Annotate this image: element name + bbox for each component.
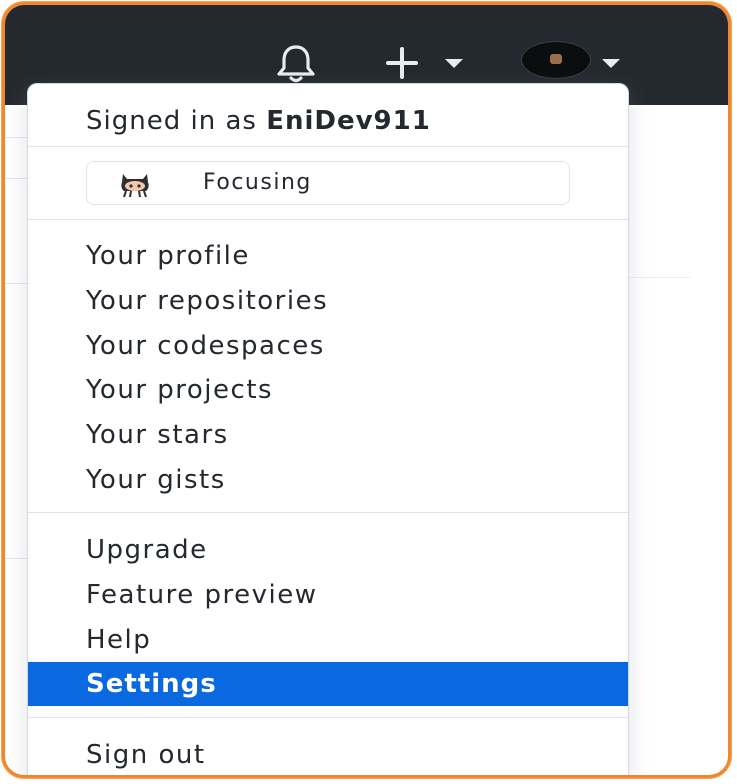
avatar-caret-down-icon[interactable] <box>602 59 620 68</box>
bell-icon[interactable] <box>270 41 322 85</box>
user-dropdown-menu: Signed in as EniDev911 Focusing Your pro… <box>27 83 629 775</box>
page-divider <box>627 277 690 278</box>
status-label: Focusing <box>203 170 312 195</box>
menu-item-upgrade[interactable]: Upgrade <box>28 528 628 572</box>
menu-divider <box>28 219 628 220</box>
signed-in-prefix: Signed in as <box>86 106 257 136</box>
page-divider <box>5 558 29 559</box>
menu-divider <box>28 146 628 147</box>
menu-divider <box>28 717 628 718</box>
page-divider <box>5 137 29 138</box>
signed-in-label: Signed in as EniDev911 <box>86 106 431 136</box>
menu-item-your-profile[interactable]: Your profile <box>28 234 628 278</box>
menu-item-your-projects[interactable]: Your projects <box>28 368 628 412</box>
create-caret-down-icon[interactable] <box>445 59 463 68</box>
screenshot-frame: Signed in as EniDev911 Focusing Your pro… <box>2 2 731 778</box>
set-status-button[interactable]: Focusing <box>86 161 570 205</box>
menu-item-feature-preview[interactable]: Feature preview <box>28 573 628 617</box>
username: EniDev911 <box>266 106 431 136</box>
page-divider <box>5 283 29 284</box>
menu-item-settings[interactable]: Settings <box>28 662 628 706</box>
menu-divider <box>28 512 628 513</box>
menu-item-your-repositories[interactable]: Your repositories <box>28 279 628 323</box>
menu-item-help[interactable]: Help <box>28 618 628 662</box>
menu-item-sign-out[interactable]: Sign out <box>28 733 628 775</box>
octocat-icon <box>121 174 149 198</box>
page-divider <box>5 178 29 179</box>
menu-item-your-stars[interactable]: Your stars <box>28 413 628 457</box>
menu-item-your-codespaces[interactable]: Your codespaces <box>28 324 628 368</box>
menu-item-your-gists[interactable]: Your gists <box>28 458 628 502</box>
avatar[interactable] <box>521 41 591 79</box>
plus-icon[interactable] <box>377 41 427 85</box>
